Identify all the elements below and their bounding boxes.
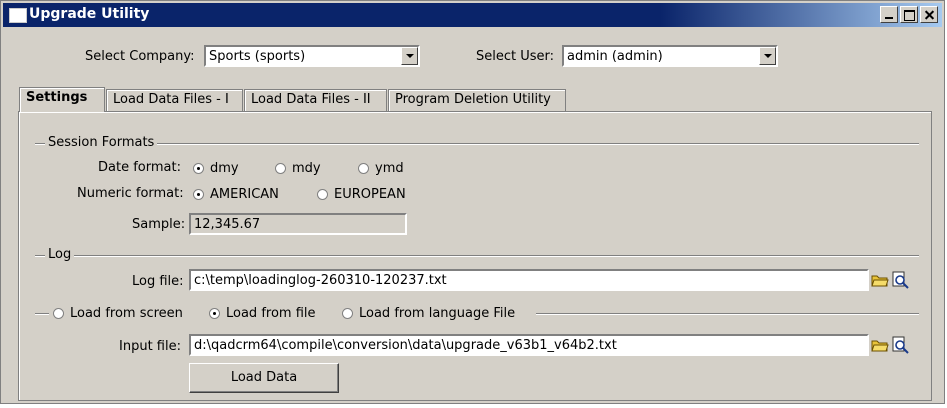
input-file-input[interactable]: d:\qadcrm64\compile\conversion\data\upgr… [189, 334, 869, 356]
load-from-file-radio[interactable]: Load from file [209, 306, 316, 321]
radio-selected-icon [193, 163, 204, 174]
open-folder-icon[interactable] [871, 273, 889, 288]
radio-icon [317, 189, 328, 200]
log-file-label: Log file: [132, 274, 184, 289]
settings-tab-panel [18, 111, 932, 401]
open-folder-icon[interactable] [871, 338, 889, 353]
user-select[interactable]: admin (admin) [562, 45, 778, 67]
sample-value: 12,345.67 [194, 217, 261, 232]
company-label: Select Company: [85, 49, 195, 64]
date-option-dmy: dmy [210, 161, 239, 176]
numeric-option-american: AMERICAN [210, 187, 279, 202]
radio-selected-icon [193, 189, 204, 200]
numeric-option-european: EUROPEAN [334, 187, 406, 202]
date-option-mdy: mdy [292, 161, 321, 176]
load-divider-left [35, 313, 49, 314]
date-format-mdy-radio[interactable]: mdy [275, 161, 321, 176]
tab-load-data-files-2[interactable]: Load Data Files - II [244, 89, 387, 111]
load-divider-right [536, 313, 919, 314]
title-bar: Upgrade Utility [3, 3, 942, 27]
sample-field: 12,345.67 [189, 213, 407, 235]
load-from-screen-radio[interactable]: Load from screen [53, 306, 183, 321]
radio-icon [358, 163, 369, 174]
log-file-value: c:\temp\loadinglog-260310-120237.txt [194, 273, 447, 288]
company-select[interactable]: Sports (sports) [204, 45, 420, 67]
window-title: Upgrade Utility [29, 6, 150, 22]
user-label: Select User: [476, 49, 555, 64]
session-formats-title: Session Formats [45, 135, 158, 150]
tab-settings[interactable]: Settings [19, 87, 105, 112]
chevron-down-icon[interactable] [759, 47, 776, 65]
numeric-format-american-radio[interactable]: AMERICAN [193, 187, 279, 202]
magnifier-page-icon[interactable] [892, 271, 910, 289]
app-icon [9, 8, 27, 23]
maximize-button[interactable] [900, 6, 918, 23]
date-format-label: Date format: [98, 160, 181, 175]
radio-icon [342, 308, 353, 319]
date-format-dmy-radio[interactable]: dmy [193, 161, 239, 176]
radio-icon [53, 308, 64, 319]
close-button[interactable] [920, 6, 938, 23]
radio-icon [275, 163, 286, 174]
tab-program-deletion-utility[interactable]: Program Deletion Utility [388, 89, 566, 111]
log-file-input[interactable]: c:\temp\loadinglog-260310-120237.txt [189, 269, 869, 291]
load-from-language-file-radio[interactable]: Load from language File [342, 306, 515, 321]
user-value: admin (admin) [567, 49, 663, 64]
load-option-language-file: Load from language File [359, 306, 516, 321]
minimize-button[interactable] [880, 6, 898, 23]
log-title: Log [45, 247, 75, 262]
date-format-ymd-radio[interactable]: ymd [358, 161, 404, 176]
chevron-down-icon[interactable] [401, 47, 418, 65]
company-value: Sports (sports) [209, 49, 306, 64]
load-option-file: Load from file [226, 306, 316, 321]
numeric-format-european-radio[interactable]: EUROPEAN [317, 187, 406, 202]
load-data-button[interactable]: Load Data [189, 363, 339, 393]
load-option-screen: Load from screen [70, 306, 183, 321]
date-option-ymd: ymd [375, 161, 404, 176]
tab-load-data-files-1[interactable]: Load Data Files - I [106, 89, 243, 111]
radio-selected-icon [209, 308, 220, 319]
input-file-value: d:\qadcrm64\compile\conversion\data\upgr… [194, 338, 617, 353]
upgrade-utility-window: Upgrade Utility Select Company: Sports (… [0, 0, 945, 404]
magnifier-page-icon[interactable] [892, 336, 910, 354]
input-file-label: Input file: [119, 339, 181, 354]
sample-label: Sample: [132, 217, 186, 232]
numeric-format-label: Numeric format: [77, 186, 184, 201]
session-formats-divider [35, 143, 919, 144]
log-divider [35, 255, 919, 256]
